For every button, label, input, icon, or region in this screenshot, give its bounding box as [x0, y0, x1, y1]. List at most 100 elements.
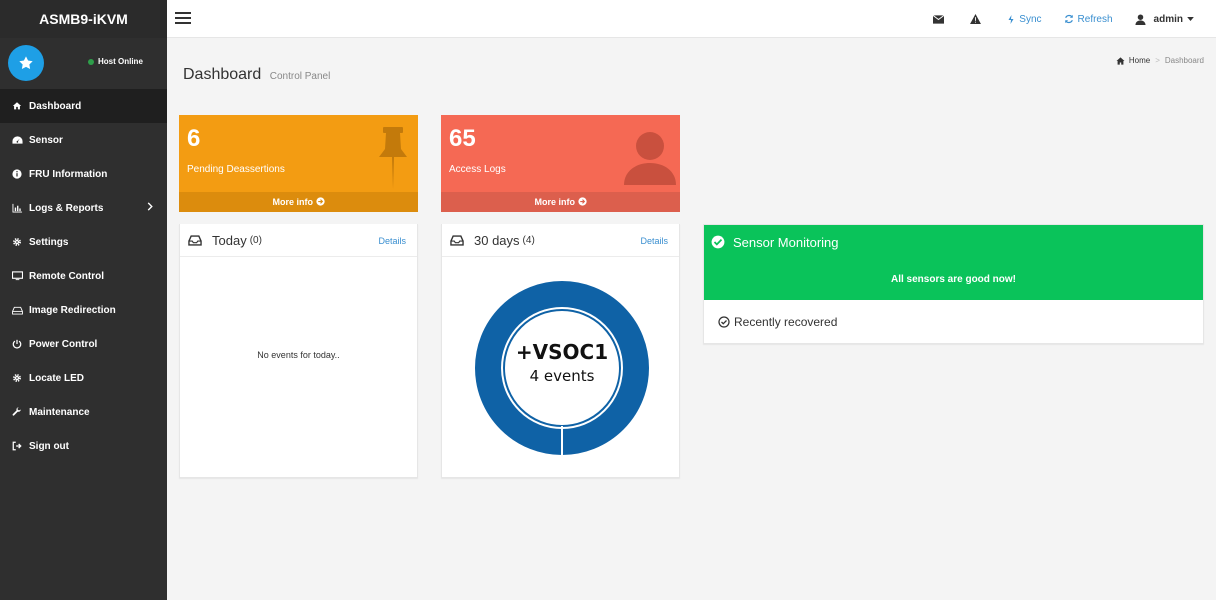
monitor-icon	[11, 270, 23, 282]
sidebar-item-label: Sign out	[29, 440, 69, 452]
host-status: Host Online	[88, 57, 143, 66]
recently-recovered-item[interactable]: Recently recovered	[704, 300, 1203, 344]
wrench-icon	[11, 406, 23, 418]
sidebar-item-label: Image Redirection	[29, 304, 116, 316]
today-title: Today	[212, 232, 247, 248]
today-empty-message: No events for today..	[257, 350, 340, 360]
user-silhouette-icon	[622, 131, 678, 188]
sync-label: Sync	[1019, 13, 1042, 25]
arrow-circle-right-icon	[315, 197, 325, 206]
gear-icon	[11, 236, 23, 248]
more-info-label: More info	[534, 197, 575, 207]
messages-button[interactable]	[933, 14, 948, 24]
breadcrumb-separator: >	[1155, 56, 1160, 65]
pending-more-info-link[interactable]: More info	[179, 192, 418, 212]
brand-title[interactable]: ASMB9-iKVM	[0, 0, 167, 38]
today-panel-header: Today (0) Details	[180, 224, 417, 257]
sidebar-item-label: Dashboard	[29, 100, 82, 112]
alerts-button[interactable]	[970, 14, 985, 24]
star-icon	[19, 56, 33, 69]
caret-down-icon	[1187, 17, 1194, 21]
user-panel: Host Online	[0, 38, 167, 89]
sidebar-item-label: FRU Information	[29, 168, 108, 180]
pending-label: Pending Deassertions	[187, 164, 285, 175]
sensor-status-message: All sensors are good now!	[704, 259, 1203, 300]
thirty-days-details-link[interactable]: Details	[640, 236, 668, 246]
sidebar-item-sensor[interactable]: Sensor	[0, 123, 167, 157]
sidebar-item-dashboard[interactable]: Dashboard	[0, 89, 167, 123]
access-count: 65	[449, 125, 476, 152]
page-title-text: Dashboard	[183, 66, 262, 83]
sidebar-item-label: Maintenance	[29, 406, 90, 418]
sync-icon	[1008, 14, 1014, 24]
main-content: Dashboard Control Panel Home > Dashboard…	[167, 38, 1216, 600]
pushpin-icon	[378, 127, 408, 192]
sidebar-item-power-control[interactable]: Power Control	[0, 327, 167, 361]
sidebar: ASMB9-iKVM Host Online Dashboard Sensor …	[0, 0, 167, 600]
access-more-info-link[interactable]: More info	[441, 192, 680, 212]
sensor-monitoring-title: Sensor Monitoring	[733, 234, 839, 250]
sidebar-item-image-redirection[interactable]: Image Redirection	[0, 293, 167, 327]
sidebar-item-settings[interactable]: Settings	[0, 225, 167, 259]
top-header: Sync Refresh admin	[167, 0, 1216, 38]
page-title: Dashboard Control Panel	[183, 66, 330, 84]
menu-toggle-icon[interactable]	[175, 12, 191, 24]
warning-icon	[970, 14, 982, 24]
avatar	[8, 45, 44, 81]
thirty-days-title: 30 days	[474, 232, 520, 248]
hdd-icon	[11, 304, 23, 316]
envelope-icon	[933, 14, 945, 24]
access-logs-box: 65 Access Logs More info	[441, 115, 680, 212]
refresh-icon	[1064, 14, 1073, 24]
breadcrumb-home-link[interactable]: Home	[1129, 56, 1150, 65]
donut-center-title: +VSOC1	[515, 340, 609, 364]
header-nav: Sync Refresh admin	[911, 0, 1198, 38]
sidebar-item-label: Power Control	[29, 338, 98, 350]
sidebar-item-label: Sensor	[29, 134, 63, 146]
inbox-icon	[450, 234, 464, 246]
recently-recovered-label: Recently recovered	[734, 315, 838, 329]
sidebar-item-logs-reports[interactable]: Logs & Reports	[0, 191, 167, 225]
sync-button[interactable]: Sync	[1007, 13, 1042, 25]
refresh-button[interactable]: Refresh	[1064, 14, 1113, 25]
sidebar-item-fru-information[interactable]: FRU Information	[0, 157, 167, 191]
sign-out-icon	[11, 440, 23, 452]
page-subtitle: Control Panel	[269, 71, 331, 82]
check-circle-icon	[711, 235, 725, 249]
thirty-days-panel-header: 30 days (4) Details	[442, 224, 679, 257]
sidebar-item-remote-control[interactable]: Remote Control	[0, 259, 167, 293]
pending-deassertions-box: 6 Pending Deassertions More info	[179, 115, 418, 212]
home-icon	[1116, 56, 1125, 65]
breadcrumb: Home > Dashboard	[1116, 56, 1204, 65]
arrow-circle-right-icon	[577, 197, 587, 206]
inbox-icon	[188, 234, 202, 246]
sidebar-menu: Dashboard Sensor FRU Information Logs & …	[0, 89, 167, 463]
today-events-panel: Today (0) Details No events for today..	[179, 224, 418, 478]
sidebar-item-maintenance[interactable]: Maintenance	[0, 395, 167, 429]
more-info-label: More info	[272, 197, 313, 207]
sidebar-item-label: Settings	[29, 236, 69, 248]
sidebar-item-label: Remote Control	[29, 270, 104, 282]
thirty-days-events-panel: 30 days (4) Details +VSOC1 4 events	[441, 224, 680, 478]
thirty-days-count: (4)	[522, 234, 535, 246]
today-details-link[interactable]: Details	[378, 236, 406, 246]
sidebar-item-label: Locate LED	[29, 372, 85, 384]
user-icon	[1135, 13, 1146, 25]
today-count: (0)	[249, 234, 262, 246]
status-dot-icon	[88, 58, 94, 65]
refresh-label: Refresh	[1077, 13, 1113, 25]
user-menu-button[interactable]: admin	[1135, 14, 1198, 25]
donut-center-subtitle: 4 events	[529, 367, 595, 385]
pending-count: 6	[187, 125, 201, 152]
sidebar-item-label: Logs & Reports	[29, 202, 104, 214]
user-label: admin	[1153, 13, 1183, 25]
home-icon	[11, 100, 23, 112]
sidebar-item-sign-out[interactable]: Sign out	[0, 429, 167, 463]
dashboard-gauge-icon	[11, 134, 23, 146]
power-icon	[11, 338, 23, 350]
info-circle-icon	[11, 168, 23, 180]
host-status-label: Host Online	[98, 57, 143, 66]
breadcrumb-current: Dashboard	[1164, 56, 1204, 65]
sidebar-item-locate-led[interactable]: Locate LED	[0, 361, 167, 395]
sensor-monitoring-header: Sensor Monitoring	[704, 225, 1203, 259]
